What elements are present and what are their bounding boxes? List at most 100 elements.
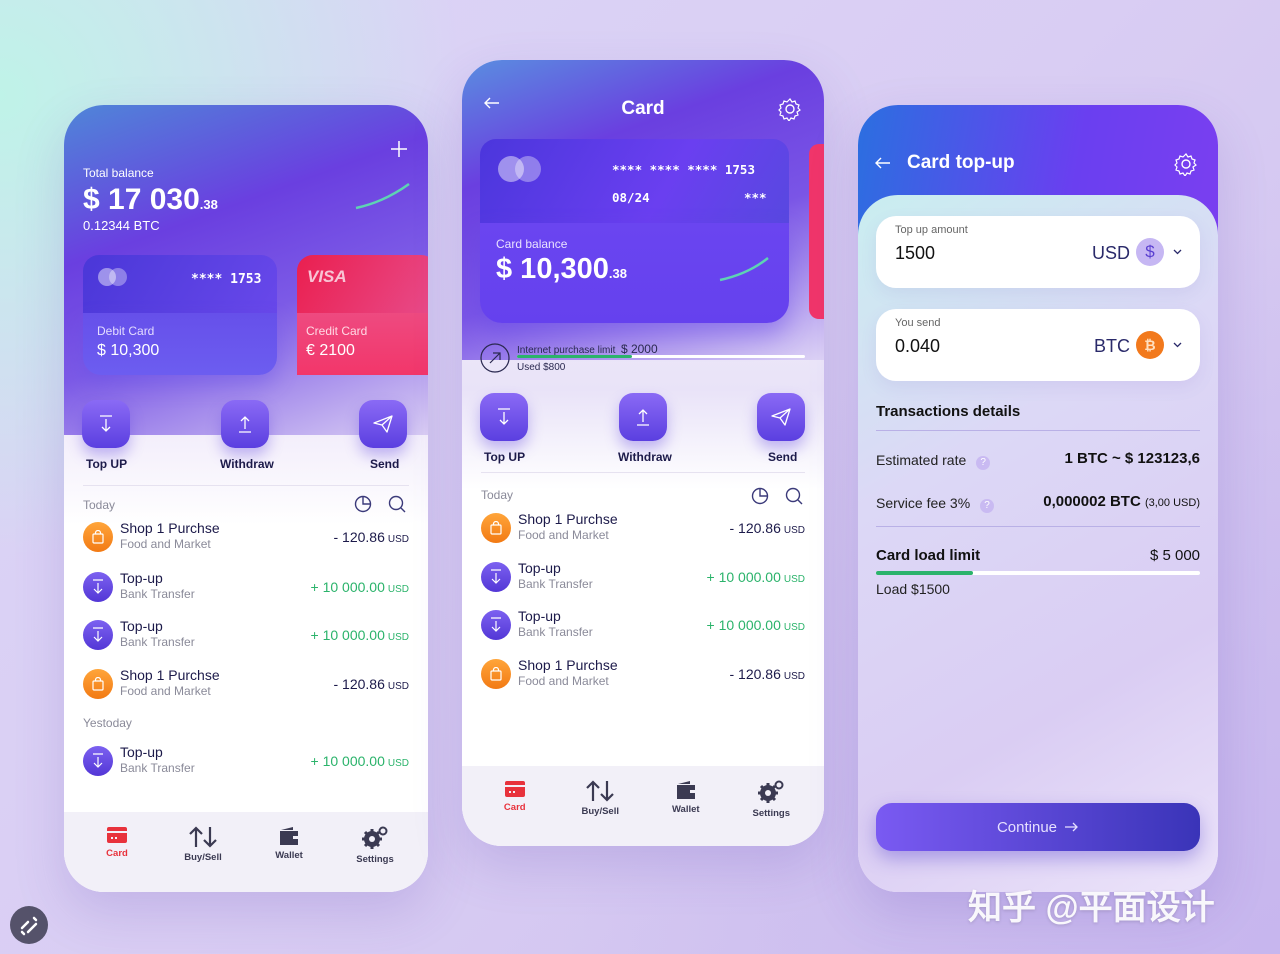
transaction-row[interactable]: Top-up Bank Transfer + 10 000.00 USD bbox=[83, 618, 409, 654]
history-chart-icon[interactable] bbox=[751, 487, 769, 505]
arrow-right-icon bbox=[1065, 822, 1078, 832]
withdraw-button[interactable] bbox=[619, 393, 667, 441]
transaction-row[interactable]: Shop 1 Purchse Food and Market - 120.86 U… bbox=[481, 511, 805, 547]
transaction-row[interactable]: Shop 1 Purchse Food and Market - 120.86 U… bbox=[481, 657, 805, 693]
buy-sell-icon bbox=[565, 780, 635, 802]
transaction-subtitle: Bank Transfer bbox=[120, 635, 195, 649]
transaction-row[interactable]: Top-up Bank Transfer + 10 000.00 USD bbox=[481, 608, 805, 644]
buy-sell-icon bbox=[168, 826, 238, 848]
card-balance-main: $ 10,300 bbox=[496, 253, 609, 285]
nav-buy-sell[interactable]: Buy/Sell bbox=[565, 766, 635, 846]
service-fee-row: Service fee 3% ? 0,000002 BTC (3,00 USD) bbox=[876, 493, 1200, 513]
transaction-title: Shop 1 Purchse bbox=[518, 511, 618, 527]
estimated-rate-label: Estimated rate bbox=[876, 452, 967, 468]
trend-sparkline bbox=[719, 257, 769, 282]
nav-card[interactable]: Card bbox=[480, 766, 550, 846]
nav-wallet[interactable]: Wallet bbox=[651, 766, 721, 846]
top-up-icon bbox=[481, 562, 511, 592]
used-amount: Used $800 bbox=[517, 362, 566, 373]
add-icon[interactable] bbox=[390, 140, 408, 158]
total-balance-label: Total balance bbox=[83, 166, 154, 180]
withdraw-button[interactable] bbox=[221, 400, 269, 448]
transaction-title: Top-up bbox=[120, 744, 163, 760]
transaction-row[interactable]: Top-up Bank Transfer + 10 000.00 USD bbox=[83, 570, 409, 606]
service-fee-value: 0,000002 BTC bbox=[1043, 493, 1141, 510]
currency-select-btc[interactable]: BTC bbox=[1094, 336, 1130, 357]
total-balance-cents: .38 bbox=[199, 197, 218, 212]
nav-wallet[interactable]: Wallet bbox=[254, 812, 324, 892]
amount-value: + 10 000.00 bbox=[310, 579, 385, 595]
load-amount: Load $1500 bbox=[876, 581, 950, 597]
transaction-subtitle: Bank Transfer bbox=[120, 587, 195, 601]
chevron-down-icon[interactable] bbox=[1173, 342, 1182, 348]
card-screen: Card **** **** **** 1753 08/24 *** Card … bbox=[462, 60, 824, 846]
page-title: Card bbox=[621, 98, 665, 119]
transaction-row[interactable]: Top-up Bank Transfer + 10 000.00 USD bbox=[481, 560, 805, 596]
topup-amount-field[interactable]: Top up amount 1500 USD $ bbox=[876, 216, 1200, 288]
top-up-icon bbox=[98, 415, 114, 433]
topup-amount-value[interactable]: 1500 bbox=[895, 243, 935, 264]
withdraw-label: Withdraw bbox=[618, 450, 672, 464]
amount-value: + 10 000.00 bbox=[706, 617, 781, 633]
continue-button[interactable]: Continue bbox=[876, 803, 1200, 851]
amount-value: - 120.86 bbox=[333, 529, 385, 545]
nav-settings[interactable]: Settings bbox=[340, 812, 410, 892]
nav-label: Wallet bbox=[671, 804, 700, 815]
send-button[interactable] bbox=[359, 400, 407, 448]
settings-gear-icon[interactable] bbox=[778, 97, 802, 121]
top-up-icon bbox=[83, 746, 113, 776]
group-label: Today bbox=[481, 488, 514, 502]
transaction-row[interactable]: Top-up Bank Transfer + 10 000.00 USD bbox=[83, 744, 409, 780]
top-up-label: Top UP bbox=[86, 457, 128, 471]
transaction-amount: - 120.86 USD bbox=[334, 676, 410, 692]
amount-unit: USD bbox=[783, 525, 805, 536]
transaction-row[interactable]: Shop 1 Purchse Food and Market - 120.86 U… bbox=[83, 520, 409, 556]
history-chart-icon[interactable] bbox=[354, 495, 372, 513]
debit-card-type: Debit Card bbox=[97, 324, 155, 338]
you-send-field[interactable]: You send 0.040 BTC ₿ bbox=[876, 309, 1200, 381]
transaction-subtitle: Bank Transfer bbox=[120, 761, 195, 775]
help-icon[interactable]: ? bbox=[976, 456, 991, 470]
transaction-row[interactable]: Shop 1 Purchse Food and Market - 120.86 U… bbox=[83, 667, 409, 703]
settings-gear-icon[interactable] bbox=[1174, 152, 1198, 176]
transaction-amount: + 10 000.00 USD bbox=[707, 617, 805, 633]
transaction-amount: + 10 000.00 USD bbox=[311, 753, 409, 769]
top-up-button[interactable] bbox=[82, 400, 130, 448]
bottom-nav: Card Buy/Sell Wallet Settings bbox=[64, 812, 428, 892]
withdraw-icon bbox=[237, 415, 253, 433]
nav-buy-sell[interactable]: Buy/Sell bbox=[168, 812, 238, 892]
nav-settings[interactable]: Settings bbox=[736, 766, 806, 846]
nav-label: Buy/Sell bbox=[184, 852, 222, 863]
transaction-title: Top-up bbox=[518, 608, 561, 624]
dollar-icon: $ bbox=[1136, 238, 1164, 266]
nav-label: Card bbox=[106, 848, 128, 859]
card-balance-label: Card balance bbox=[496, 237, 568, 251]
amount-unit: USD bbox=[387, 584, 409, 595]
chevron-down-icon[interactable] bbox=[1173, 249, 1182, 255]
send-icon bbox=[373, 415, 393, 433]
nav-label: Wallet bbox=[275, 850, 303, 861]
transaction-amount: + 10 000.00 USD bbox=[311, 627, 409, 643]
send-icon bbox=[771, 408, 791, 426]
divider bbox=[83, 485, 409, 486]
card-load-limit-value: $ 5 000 bbox=[1149, 547, 1200, 564]
transaction-subtitle: Bank Transfer bbox=[518, 625, 593, 639]
purchase-limit-value: $ 2000 bbox=[620, 342, 658, 356]
back-arrow-icon[interactable] bbox=[875, 157, 891, 169]
search-icon[interactable] bbox=[785, 487, 803, 505]
transaction-amount: - 120.86 USD bbox=[334, 529, 410, 545]
estimated-rate-value: 1 BTC ~ $ 123123,6 bbox=[1064, 450, 1200, 467]
settings-icon bbox=[736, 780, 806, 804]
page-title: Card top-up bbox=[907, 152, 1015, 173]
send-button[interactable] bbox=[757, 393, 805, 441]
nav-card[interactable]: Card bbox=[82, 812, 152, 892]
card-icon bbox=[480, 780, 550, 798]
purchase-limit-icon[interactable] bbox=[480, 343, 510, 373]
transaction-title: Top-up bbox=[518, 560, 561, 576]
top-up-button[interactable] bbox=[480, 393, 528, 441]
btc-balance: 0.12344 BTC bbox=[83, 218, 160, 233]
you-send-value[interactable]: 0.040 bbox=[895, 336, 940, 357]
help-icon[interactable]: ? bbox=[980, 499, 995, 513]
search-icon[interactable] bbox=[388, 495, 406, 513]
currency-select-usd[interactable]: USD bbox=[1092, 243, 1130, 264]
